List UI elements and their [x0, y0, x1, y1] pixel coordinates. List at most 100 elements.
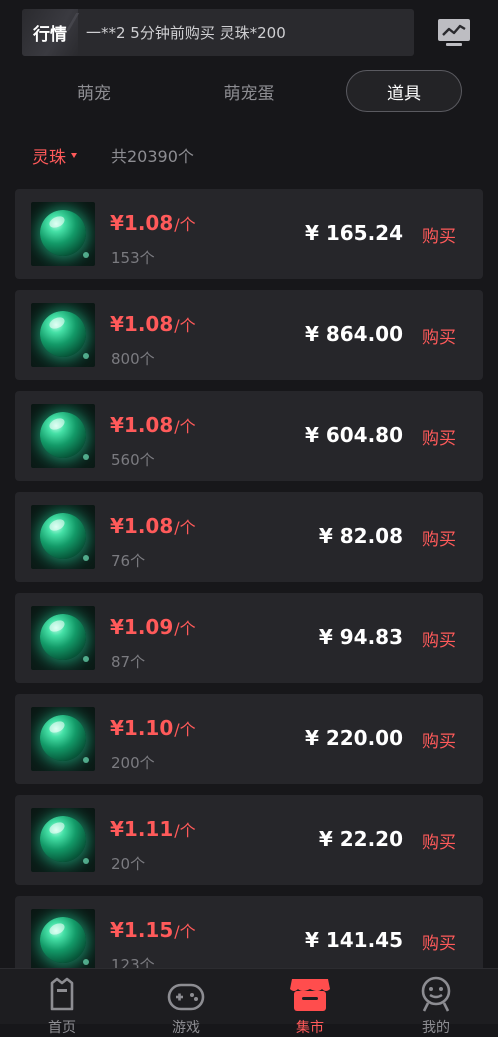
orb-graphic	[40, 311, 86, 357]
market-icon	[290, 979, 330, 1011]
trend-chart-button[interactable]	[434, 15, 474, 51]
ticker-message: 一**2 5分钟前购买 灵珠*200	[86, 24, 286, 42]
orb-graphic	[40, 513, 86, 559]
buy-button[interactable]: 购买	[422, 626, 456, 651]
unit-price: ¥1.08 /个	[110, 211, 196, 235]
orb-graphic	[40, 614, 86, 660]
profile-icon	[421, 976, 451, 1012]
unit-price: ¥1.08 /个	[110, 312, 196, 336]
unit-price-value: ¥1.10	[110, 716, 174, 740]
item-type-dropdown[interactable]: 灵珠	[32, 143, 77, 168]
listing-card[interactable]: ¥1.10 /个 200个 ¥ 220.00 购买	[15, 694, 483, 784]
item-type-label: 灵珠	[32, 147, 66, 168]
nav-games[interactable]: 游戏	[146, 975, 226, 1036]
unit-price-value: ¥1.08	[110, 312, 174, 336]
total-count: 共20390个	[111, 147, 194, 166]
total-price: ¥ 22.20	[318, 827, 403, 851]
quantity: 20个	[111, 855, 146, 873]
orb-graphic	[40, 210, 86, 256]
per-unit-label: /个	[174, 518, 196, 537]
buy-button[interactable]: 购买	[422, 727, 456, 752]
tab-pet-eggs-label: 萌宠蛋	[223, 83, 275, 104]
unit-price-value: ¥1.09	[110, 615, 174, 639]
category-tabs: 萌宠 萌宠蛋 道具	[0, 70, 498, 114]
ticker-decoration	[54, 13, 80, 31]
listing-card[interactable]: ¥1.08 /个 560个 ¥ 604.80 购买	[15, 391, 483, 481]
quantity: 560个	[111, 451, 155, 469]
spirit-orb-image	[31, 909, 95, 973]
per-unit-label: /个	[174, 215, 196, 234]
quantity: 153个	[111, 249, 155, 267]
orb-sparkle	[83, 656, 89, 662]
buy-button[interactable]: 购买	[422, 222, 456, 247]
unit-price: ¥1.08 /个	[110, 514, 196, 538]
total-price: ¥ 82.08	[318, 524, 403, 548]
per-unit-label: /个	[174, 417, 196, 436]
spirit-orb-image	[31, 202, 95, 266]
unit-price-value: ¥1.15	[110, 918, 174, 942]
nav-market-label: 集市	[296, 1020, 324, 1036]
quantity: 87个	[111, 653, 146, 671]
orb-sparkle	[83, 858, 89, 864]
total-price: ¥ 94.83	[318, 625, 403, 649]
orb-graphic	[40, 715, 86, 761]
buy-button[interactable]: 购买	[422, 424, 456, 449]
trend-chart-icon	[438, 19, 470, 46]
orb-sparkle	[83, 252, 89, 258]
tab-items[interactable]: 道具	[346, 70, 462, 112]
tab-pet-eggs[interactable]: 萌宠蛋	[196, 70, 302, 112]
spirit-orb-image	[31, 505, 95, 569]
buy-button[interactable]: 购买	[422, 929, 456, 954]
spirit-orb-image	[31, 404, 95, 468]
orb-graphic	[40, 816, 86, 862]
orb-graphic	[40, 412, 86, 458]
unit-price-value: ¥1.08	[110, 413, 174, 437]
tab-items-label: 道具	[387, 83, 421, 104]
unit-price: ¥1.09 /个	[110, 615, 196, 639]
tab-pets[interactable]: 萌宠	[44, 70, 144, 112]
tab-pets-label: 萌宠	[77, 83, 111, 104]
home-icon	[50, 977, 74, 1011]
nav-home[interactable]: 首页	[22, 975, 102, 1036]
market-ticker[interactable]: 行情 一**2 5分钟前购买 灵珠*200	[22, 9, 414, 56]
listing-card[interactable]: ¥1.09 /个 87个 ¥ 94.83 购买	[15, 593, 483, 683]
buy-button[interactable]: 购买	[422, 828, 456, 853]
unit-price-value: ¥1.08	[110, 211, 174, 235]
nav-games-label: 游戏	[172, 1020, 200, 1036]
listing-list: ¥1.08 /个 153个 ¥ 165.24 购买 ¥1.08 /个 800个 …	[15, 189, 483, 997]
filter-bar: 灵珠 共20390个	[32, 142, 194, 168]
spirit-orb-image	[31, 303, 95, 367]
spirit-orb-image	[31, 606, 95, 670]
per-unit-label: /个	[174, 821, 196, 840]
per-unit-label: /个	[174, 922, 196, 941]
total-price: ¥ 864.00	[304, 322, 403, 346]
buy-button[interactable]: 购买	[422, 525, 456, 550]
spirit-orb-image	[31, 707, 95, 771]
orb-sparkle	[83, 555, 89, 561]
orb-sparkle	[83, 959, 89, 965]
nav-profile-label: 我的	[422, 1020, 450, 1036]
nav-profile[interactable]: 我的	[396, 975, 476, 1036]
listing-card[interactable]: ¥1.08 /个 153个 ¥ 165.24 购买	[15, 189, 483, 279]
caret-down-icon	[71, 152, 77, 158]
quantity: 76个	[111, 552, 146, 570]
total-price: ¥ 604.80	[304, 423, 403, 447]
quantity: 800个	[111, 350, 155, 368]
orb-sparkle	[83, 353, 89, 359]
orb-graphic	[40, 917, 86, 963]
listing-card[interactable]: ¥1.08 /个 800个 ¥ 864.00 购买	[15, 290, 483, 380]
buy-button[interactable]: 购买	[422, 323, 456, 348]
per-unit-label: /个	[174, 720, 196, 739]
bottom-nav: 首页 游戏 集市 我的	[0, 968, 498, 1036]
listing-card[interactable]: ¥1.11 /个 20个 ¥ 22.20 购买	[15, 795, 483, 885]
unit-price: ¥1.08 /个	[110, 413, 196, 437]
gamepad-icon	[167, 983, 205, 1011]
spirit-orb-image	[31, 808, 95, 872]
total-price: ¥ 165.24	[304, 221, 403, 245]
nav-market[interactable]: 集市	[270, 975, 350, 1036]
unit-price: ¥1.15 /个	[110, 918, 196, 942]
listing-card[interactable]: ¥1.08 /个 76个 ¥ 82.08 购买	[15, 492, 483, 582]
per-unit-label: /个	[174, 316, 196, 335]
unit-price: ¥1.10 /个	[110, 716, 196, 740]
nav-home-label: 首页	[48, 1020, 76, 1036]
